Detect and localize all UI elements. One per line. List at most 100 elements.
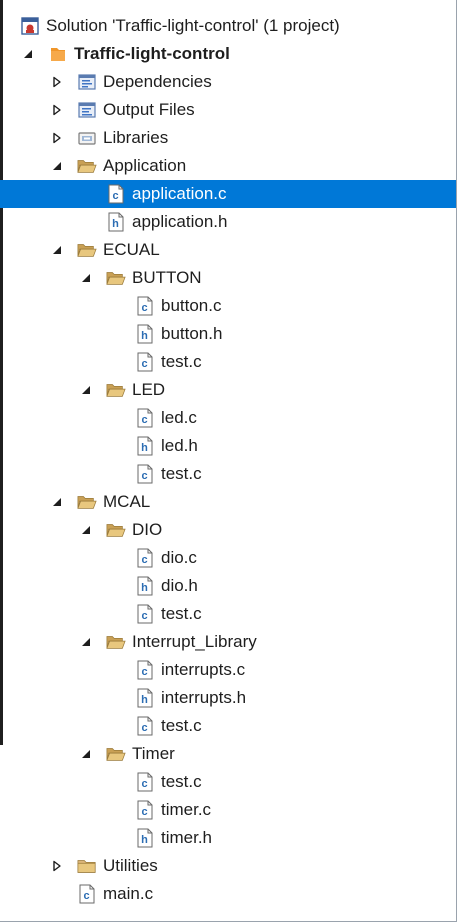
tree-item-label: interrupts.h: [161, 688, 247, 707]
svg-text:c: c: [141, 302, 147, 314]
folder-open-icon: [106, 268, 126, 288]
tree-item-timer-h[interactable]: h timer.h: [0, 824, 456, 852]
c-file-icon: c: [135, 464, 155, 484]
tree-item-button[interactable]: BUTTON: [0, 264, 456, 292]
tree-item-label: MCAL: [103, 492, 151, 511]
tree-item-button-c[interactable]: c button.c: [0, 292, 456, 320]
expanded-arrow-icon[interactable]: [78, 270, 94, 286]
tree-item-label: Libraries: [103, 128, 169, 147]
folder-open-icon: [77, 156, 97, 176]
c-file-icon: c: [135, 772, 155, 792]
tree-item-led[interactable]: LED: [0, 376, 456, 404]
tree-item-label: Output Files: [103, 100, 195, 119]
expanded-arrow-icon[interactable]: [49, 242, 65, 258]
tree-item-led-h[interactable]: h led.h: [0, 432, 456, 460]
tree-item-label: Interrupt_Library: [132, 632, 257, 651]
tree-item-label: Traffic-light-control: [74, 44, 230, 63]
expanded-arrow-icon[interactable]: [78, 522, 94, 538]
expanded-arrow-icon[interactable]: [49, 158, 65, 174]
tree-item-test-c[interactable]: c test.c: [0, 712, 456, 740]
tree-item-test-c[interactable]: c test.c: [0, 348, 456, 376]
tree-item-dio-h[interactable]: h dio.h: [0, 572, 456, 600]
tree-item-label: led.h: [161, 436, 198, 455]
solution-icon: [20, 16, 40, 36]
folder-open-icon: [106, 380, 126, 400]
tree-item-application[interactable]: Application: [0, 152, 456, 180]
expanded-arrow-icon[interactable]: [20, 46, 36, 62]
c-file-icon: c: [135, 296, 155, 316]
folder-closed-icon: [77, 856, 97, 876]
tree-item-label: Application: [103, 156, 187, 175]
tree-item-output-files[interactable]: Output Files: [0, 96, 456, 124]
tree-item-label: button.h: [161, 324, 223, 343]
dependencies-icon: [77, 72, 97, 92]
tree-item-traffic-light-control[interactable]: Traffic-light-control: [0, 40, 456, 68]
tree-item-test-c[interactable]: c test.c: [0, 768, 456, 796]
expanded-arrow-icon[interactable]: [78, 746, 94, 762]
collapsed-arrow-icon[interactable]: [49, 130, 65, 146]
tree-item-label: button.c: [161, 296, 222, 315]
tree-item-dependencies[interactable]: Dependencies: [0, 68, 456, 96]
svg-text:h: h: [141, 442, 148, 454]
tree-item-utilities[interactable]: Utilities: [0, 852, 456, 880]
tree-item-led-c[interactable]: c led.c: [0, 404, 456, 432]
tree-item-button-h[interactable]: h button.h: [0, 320, 456, 348]
tree-item-test-c[interactable]: c test.c: [0, 460, 456, 488]
expanded-arrow-icon[interactable]: [78, 382, 94, 398]
tree-item-label: dio.h: [161, 576, 198, 595]
tree-item-label: test.c: [161, 464, 202, 483]
collapsed-arrow-icon[interactable]: [49, 74, 65, 90]
tree-item-application-h[interactable]: h application.h: [0, 208, 456, 236]
tree-item-solution-traffic-light-control-1-project[interactable]: Solution 'Traffic-light-control' (1 proj…: [0, 12, 456, 40]
expanded-arrow-icon[interactable]: [78, 634, 94, 650]
tree-item-label: BUTTON: [132, 268, 202, 287]
tree-item-label: test.c: [161, 772, 202, 791]
tree-item-ecual[interactable]: ECUAL: [0, 236, 456, 264]
svg-text:c: c: [141, 778, 147, 790]
tree-item-dio[interactable]: DIO: [0, 516, 456, 544]
c-file-icon: c: [135, 660, 155, 680]
tree-item-label: Timer: [132, 744, 175, 763]
tree-item-dio-c[interactable]: c dio.c: [0, 544, 456, 572]
c-file-icon: c: [77, 884, 97, 904]
svg-text:c: c: [141, 806, 147, 818]
tree-item-label: interrupts.c: [161, 660, 246, 679]
svg-text:h: h: [141, 330, 148, 342]
tree-item-timer-c[interactable]: c timer.c: [0, 796, 456, 824]
tree-item-libraries[interactable]: Libraries: [0, 124, 456, 152]
tree-item-main-c[interactable]: c main.c: [0, 880, 456, 908]
output-files-icon: [77, 100, 97, 120]
tree-item-label: Dependencies: [103, 72, 212, 91]
tree-item-interrupts-c[interactable]: c interrupts.c: [0, 656, 456, 684]
tree-item-label: led.c: [161, 408, 197, 427]
tree-item-label: application.h: [132, 212, 228, 231]
svg-text:h: h: [141, 834, 148, 846]
tree-item-label: timer.c: [161, 800, 212, 819]
tree-item-interrupts-h[interactable]: h interrupts.h: [0, 684, 456, 712]
svg-text:c: c: [141, 470, 147, 482]
tree-item-test-c[interactable]: c test.c: [0, 600, 456, 628]
svg-text:c: c: [141, 414, 147, 426]
svg-text:c: c: [141, 666, 147, 678]
collapsed-arrow-icon[interactable]: [49, 858, 65, 874]
tree-item-mcal[interactable]: MCAL: [0, 488, 456, 516]
collapsed-arrow-icon[interactable]: [49, 102, 65, 118]
h-file-icon: h: [135, 688, 155, 708]
svg-text:h: h: [141, 694, 148, 706]
tree-item-interrupt-library[interactable]: Interrupt_Library: [0, 628, 456, 656]
folder-open-icon: [77, 240, 97, 260]
expanded-arrow-icon[interactable]: [49, 494, 65, 510]
tree-item-application-c[interactable]: c application.c: [0, 180, 456, 208]
tree-item-timer[interactable]: Timer: [0, 740, 456, 768]
tree-item-label: timer.h: [161, 828, 213, 847]
